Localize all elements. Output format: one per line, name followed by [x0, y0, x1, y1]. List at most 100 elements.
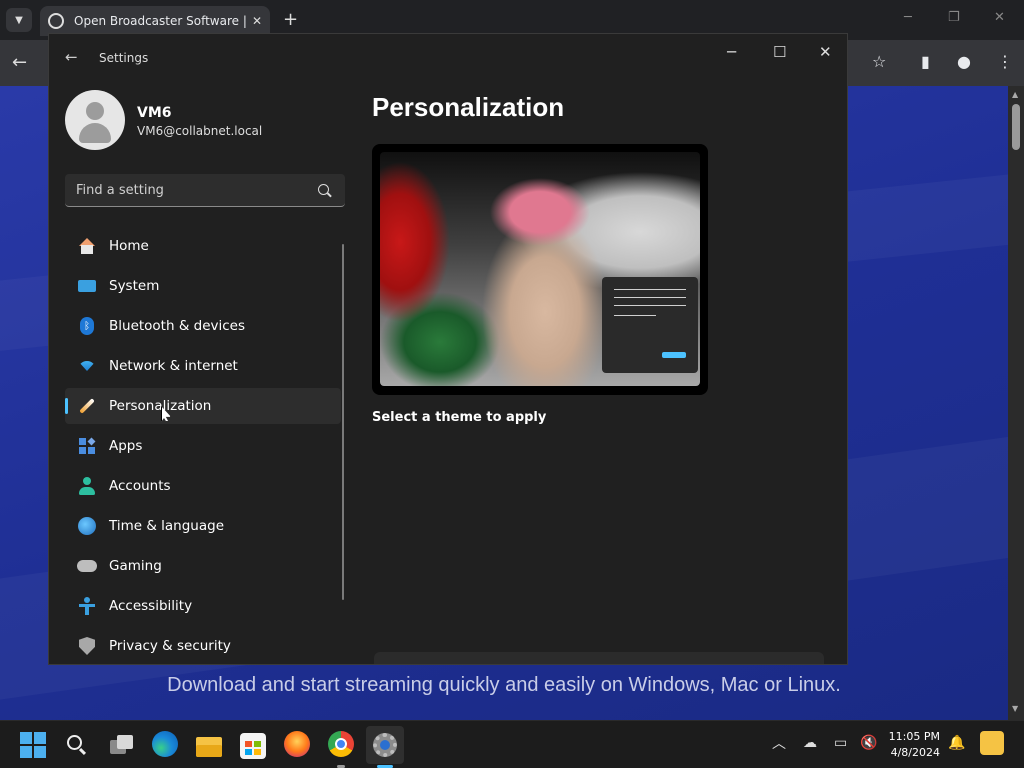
clock-time[interactable]: 11:05 PM	[880, 730, 940, 743]
settings-taskbar-button[interactable]	[366, 726, 404, 764]
nav-item-apps[interactable]: Apps	[65, 428, 341, 464]
nav-item-bluetooth[interactable]: ᛒ Bluetooth & devices	[65, 308, 341, 344]
account-icon	[77, 476, 97, 496]
settings-window: ← Settings ─ ☐ ✕ VM6 VM6@collabnet.local…	[48, 33, 848, 665]
nav-item-network[interactable]: Network & internet	[65, 348, 341, 384]
browser-close-icon[interactable]: ✕	[994, 10, 1005, 25]
onedrive-icon[interactable]: ☁	[803, 735, 817, 751]
file-explorer-icon[interactable]	[196, 733, 222, 759]
nav-item-label: Accessibility	[109, 598, 193, 614]
mockup-button	[662, 352, 686, 358]
gear-center	[380, 740, 390, 750]
nav-item-label: Home	[109, 238, 149, 254]
search-input[interactable]	[65, 174, 305, 206]
copilot-preview-icon[interactable]	[980, 731, 1004, 755]
nav-item-gaming[interactable]: Gaming	[65, 548, 341, 584]
page-title: Personalization	[372, 92, 565, 122]
mockup-line	[614, 315, 656, 316]
obs-favicon-icon	[48, 13, 64, 29]
accessibility-icon	[77, 596, 97, 616]
nav-item-label: Apps	[109, 438, 143, 454]
nav-item-accounts[interactable]: Accounts	[65, 468, 341, 504]
shield-icon	[77, 636, 97, 656]
system-icon	[77, 276, 97, 296]
nav-item-label: Network & internet	[109, 358, 238, 374]
scroll-down-icon[interactable]: ▼	[1012, 704, 1018, 713]
side-panel-icon[interactable]: ▮	[921, 52, 930, 71]
settings-close-icon[interactable]: ✕	[819, 43, 832, 61]
nav-item-time-language[interactable]: Time & language	[65, 508, 341, 544]
browser-restore-icon[interactable]: ❐	[948, 10, 960, 25]
brush-icon	[77, 396, 97, 416]
nav-item-privacy[interactable]: Privacy & security	[65, 628, 341, 664]
theme-section-label: Select a theme to apply	[372, 410, 547, 425]
avatar-head-shape	[86, 102, 104, 120]
windows-logo-icon	[20, 732, 32, 744]
profile-icon[interactable]: ●	[957, 52, 971, 71]
chevron-up-icon[interactable]: ︿	[772, 733, 786, 753]
page-scrollbar[interactable]: ▲ ▼	[1008, 86, 1024, 720]
firefox-icon[interactable]	[284, 731, 310, 757]
search-icon[interactable]	[318, 184, 329, 195]
clock-date[interactable]: 4/8/2024	[880, 746, 940, 759]
browser-minimize-icon[interactable]: ─	[904, 10, 912, 25]
user-avatar[interactable]	[65, 90, 125, 150]
avatar-body-shape	[79, 123, 111, 143]
obs-tagline: Download and start streaming quickly and…	[167, 674, 841, 696]
settings-maximize-icon[interactable]: ☐	[773, 43, 786, 61]
nav-item-label: System	[109, 278, 160, 294]
nav-item-label: Personalization	[109, 398, 212, 414]
mockup-line	[614, 305, 686, 306]
user-name: VM6	[137, 105, 172, 121]
nav-item-accessibility[interactable]: Accessibility	[65, 588, 341, 624]
network-icon[interactable]: ▭	[834, 735, 847, 751]
nav-item-label: Gaming	[109, 558, 162, 574]
settings-app-title: Settings	[99, 51, 149, 65]
browser-menu-icon[interactable]: ⋮	[997, 52, 1013, 71]
new-tab-button[interactable]: +	[283, 10, 298, 30]
settings-back-button[interactable]: ←	[65, 48, 78, 66]
settings-titlebar: ← Settings ─ ☐ ✕	[49, 34, 847, 82]
taskbar: ︿ ☁ ▭ 🔇 11:05 PM 4/8/2024 🔔	[0, 720, 1024, 768]
tab-search-button[interactable]: ▼	[6, 8, 32, 32]
nav-item-personalization[interactable]: Personalization	[65, 388, 341, 424]
nav-item-label: Privacy & security	[109, 638, 231, 654]
browser-tab-obs[interactable]: Open Broadcaster Software | OBS ✕	[40, 6, 270, 36]
chrome-icon[interactable]	[328, 731, 354, 757]
nav-item-label: Time & language	[109, 518, 225, 534]
apps-icon	[77, 436, 97, 456]
scrollbar-thumb[interactable]	[1012, 104, 1020, 150]
volume-muted-icon[interactable]: 🔇	[860, 735, 877, 751]
mockup-line	[614, 289, 686, 290]
task-view-icon[interactable]	[108, 733, 134, 759]
wifi-icon	[77, 356, 97, 376]
scroll-up-icon[interactable]: ▲	[1012, 90, 1018, 99]
settings-card[interactable]	[374, 652, 824, 664]
bookmark-star-icon[interactable]: ☆	[872, 52, 886, 71]
settings-nav: Home System ᛒ Bluetooth & devices Networ…	[65, 228, 341, 664]
edge-icon[interactable]	[152, 731, 178, 757]
browser-tab-title: Open Broadcaster Software | OBS	[74, 14, 246, 28]
preview-window-mockup	[602, 277, 698, 373]
tab-close-icon[interactable]: ✕	[252, 14, 262, 28]
notification-bell-icon[interactable]: 🔔	[948, 735, 965, 751]
user-email: VM6@collabnet.local	[137, 124, 263, 138]
windows-logo-pane	[34, 746, 46, 758]
nav-item-label: Accounts	[109, 478, 171, 494]
nav-scrollbar[interactable]	[342, 244, 344, 600]
settings-minimize-icon[interactable]: ─	[727, 43, 736, 61]
nav-item-home[interactable]: Home	[65, 228, 341, 264]
windows-logo-pane	[34, 732, 46, 744]
nav-item-system[interactable]: System	[65, 268, 341, 304]
browser-back-button[interactable]: ←	[12, 52, 27, 73]
windows-logo-pane	[20, 746, 32, 758]
search-box[interactable]	[65, 174, 345, 207]
microsoft-store-icon[interactable]	[240, 733, 266, 759]
nav-item-label: Bluetooth & devices	[109, 318, 246, 334]
mockup-line	[614, 297, 686, 298]
start-button[interactable]	[20, 732, 46, 758]
taskbar-search-icon[interactable]	[64, 733, 90, 759]
chevron-down-icon: ▼	[15, 14, 23, 26]
globe-clock-icon	[77, 516, 97, 536]
wallpaper-image	[380, 152, 700, 386]
